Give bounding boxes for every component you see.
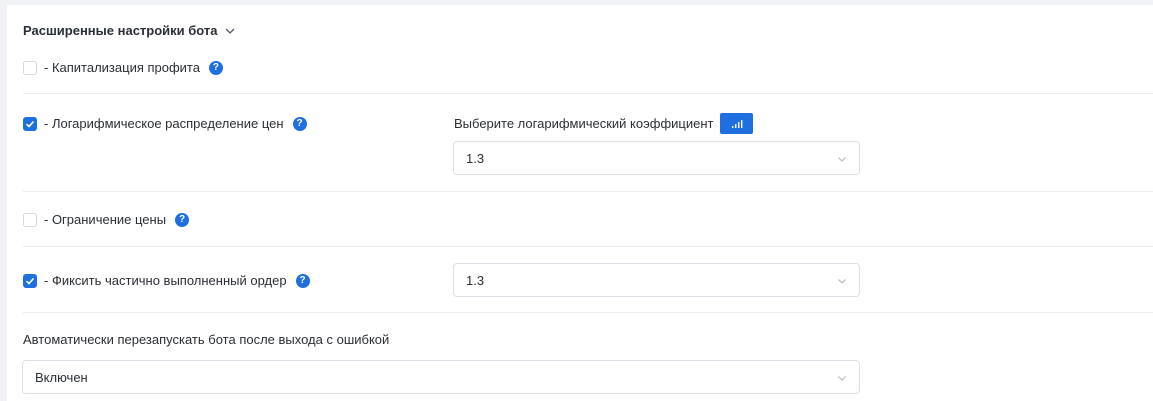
profit-capitalization-label: - Капитализация профита: [44, 60, 200, 75]
log-coef-label-wrap: Выберите логарифмический коэффициент: [454, 113, 754, 134]
price-limit-label: - Ограничение цены: [44, 212, 167, 227]
question-icon[interactable]: ?: [175, 212, 190, 227]
auto-restart-select[interactable]: Включен: [22, 360, 860, 394]
auto-restart-label: Автоматически перезапускать бота после в…: [23, 332, 390, 347]
divider: [23, 191, 1153, 192]
auto-restart-value: Включен: [35, 369, 88, 385]
chevron-down-icon: [838, 279, 846, 284]
checkmark-icon: [25, 277, 35, 285]
log-coef-select[interactable]: 1.3: [453, 141, 860, 175]
fix-partial-order-checkbox[interactable]: [23, 273, 37, 288]
chevron-down-icon: [838, 376, 846, 381]
section-title: Расширенные настройки бота: [23, 23, 218, 38]
fix-partial-order-value: 1.3: [466, 272, 485, 288]
question-icon[interactable]: ?: [295, 273, 310, 288]
chevron-down-icon: [225, 28, 234, 34]
profit-capitalization-checkbox[interactable]: [23, 60, 37, 75]
auto-restart-label-wrap: Автоматически перезапускать бота после в…: [23, 332, 389, 347]
fix-partial-order-select[interactable]: 1.3: [453, 263, 860, 297]
log-distribution-checkbox[interactable]: [23, 116, 37, 131]
divider: [23, 93, 1153, 94]
price-limit-row: - Ограничение цены ?: [23, 212, 190, 227]
profit-capitalization-row: - Капитализация профита ?: [23, 60, 223, 75]
chevron-down-icon: [838, 157, 846, 162]
fix-partial-order-label: - Фиксить частично выполненный ордер: [44, 273, 287, 288]
checkmark-icon: [25, 120, 35, 128]
divider: [23, 312, 1153, 313]
advanced-settings-toggle[interactable]: Расширенные настройки бота: [23, 23, 236, 38]
fix-partial-order-row: - Фиксить частично выполненный ордер ?: [23, 273, 310, 288]
advanced-settings-panel: Расширенные настройки бота - Капитализац…: [7, 5, 1153, 401]
price-limit-checkbox[interactable]: [23, 212, 37, 227]
log-distribution-row: - Логарифмическое распределение цен ?: [23, 116, 307, 131]
question-icon[interactable]: ?: [292, 116, 307, 131]
log-coef-label: Выберите логарифмический коэффициент: [454, 116, 714, 131]
bar-chart-icon[interactable]: [720, 113, 754, 134]
divider: [23, 246, 1153, 247]
log-distribution-label: - Логарифмическое распределение цен: [44, 116, 284, 131]
log-coef-value: 1.3: [466, 150, 485, 166]
question-icon[interactable]: ?: [208, 60, 223, 75]
